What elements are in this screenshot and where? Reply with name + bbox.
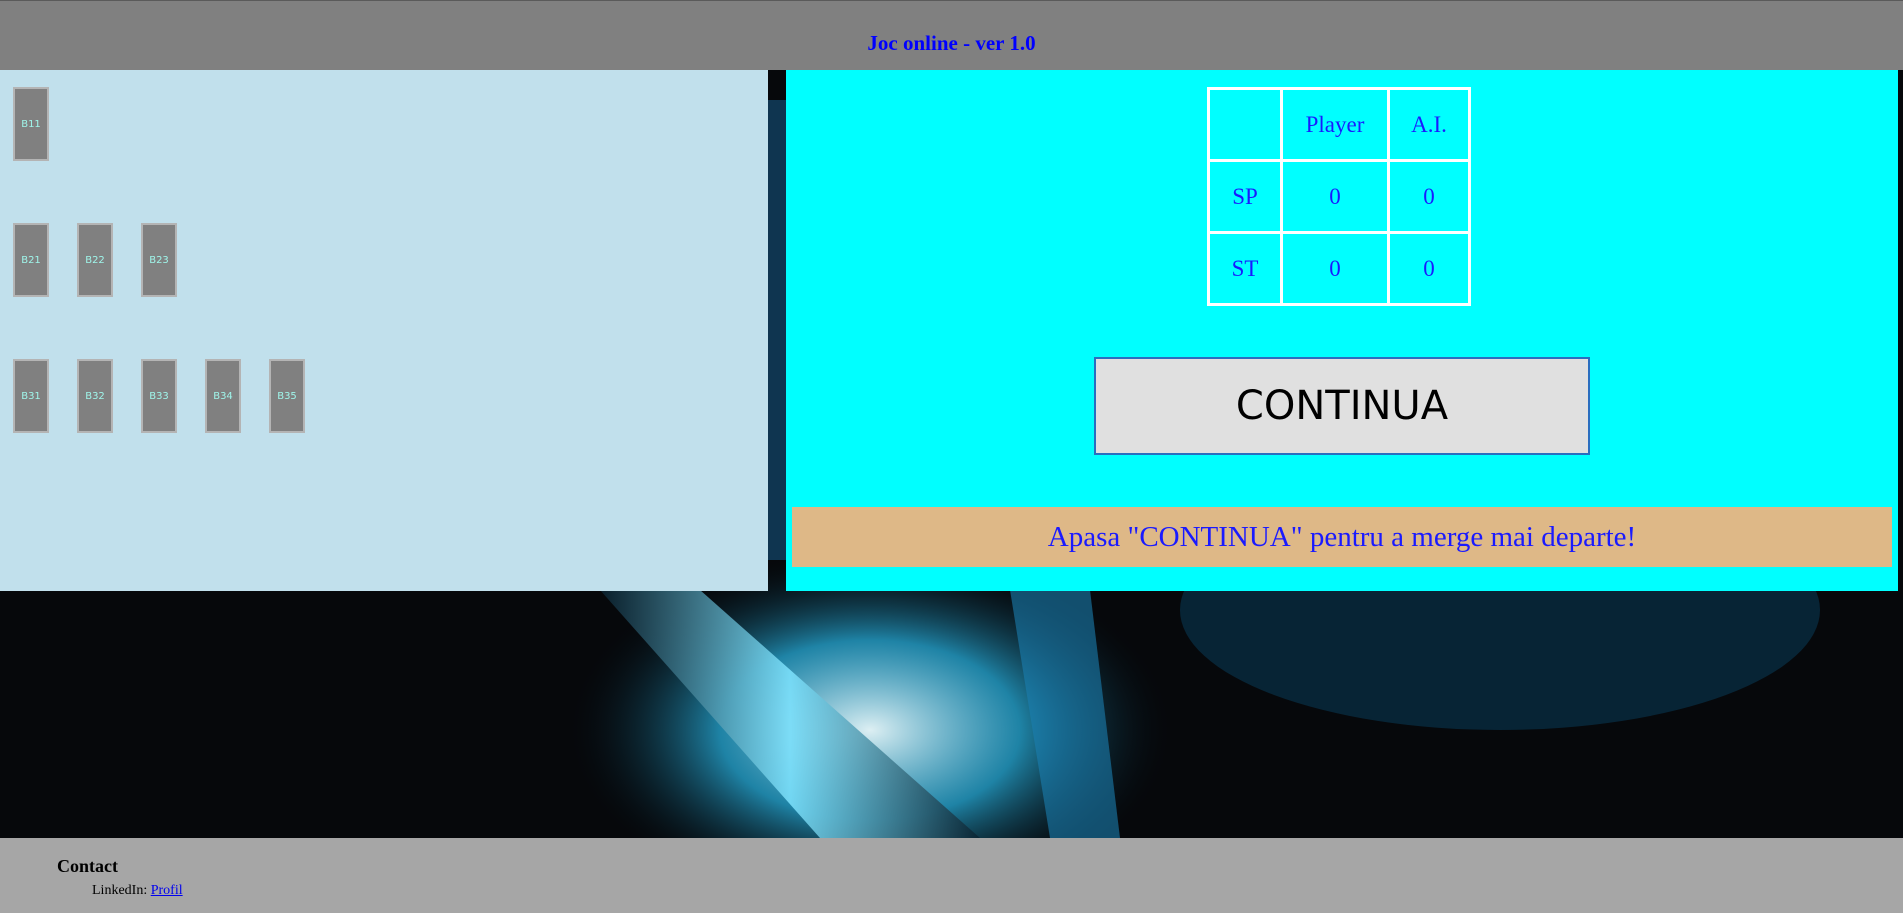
page-footer: Contact LinkedIn: Profil [0, 838, 1903, 913]
control-panel: Player A.I. SP 0 0 ST 0 0 CONTINUA Apasa… [786, 70, 1898, 591]
score-header-ai: A.I. [1387, 87, 1471, 162]
score-row-st: ST 0 0 [1207, 231, 1471, 306]
linkedin-line: LinkedIn: Profil [92, 883, 183, 899]
card-b35[interactable]: B35 [269, 359, 305, 433]
score-header-empty [1207, 87, 1283, 162]
score-row-label: ST [1207, 231, 1283, 306]
page-title: Joc online - ver 1.0 [867, 31, 1036, 55]
contact-heading: Contact [57, 856, 118, 876]
status-message: Apasa "CONTINUA" pentru a merge mai depa… [792, 507, 1892, 567]
score-row-label: SP [1207, 159, 1283, 234]
card-b23[interactable]: B23 [141, 223, 177, 297]
card-b22[interactable]: B22 [77, 223, 113, 297]
linkedin-label: LinkedIn: [92, 883, 148, 898]
card-b11[interactable]: B11 [13, 87, 49, 161]
continue-button[interactable]: CONTINUA [1094, 357, 1590, 455]
card-b21[interactable]: B21 [13, 223, 49, 297]
score-row-sp: SP 0 0 [1207, 159, 1471, 234]
score-cell-ai: 0 [1387, 159, 1471, 234]
score-table: Player A.I. SP 0 0 ST 0 0 [1207, 87, 1471, 306]
card-b33[interactable]: B33 [141, 359, 177, 433]
card-b31[interactable]: B31 [13, 359, 49, 433]
score-header-row: Player A.I. [1207, 87, 1471, 162]
score-cell-player: 0 [1280, 231, 1390, 306]
game-board: B11 B21 B22 B23 B31 B32 B33 B34 B35 [0, 70, 768, 591]
card-b34[interactable]: B34 [205, 359, 241, 433]
score-header-player: Player [1280, 87, 1390, 162]
score-cell-ai: 0 [1387, 231, 1471, 306]
page-header: Joc online - ver 1.0 [0, 0, 1903, 70]
score-cell-player: 0 [1280, 159, 1390, 234]
card-b32[interactable]: B32 [77, 359, 113, 433]
linkedin-profile-link[interactable]: Profil [151, 883, 183, 898]
